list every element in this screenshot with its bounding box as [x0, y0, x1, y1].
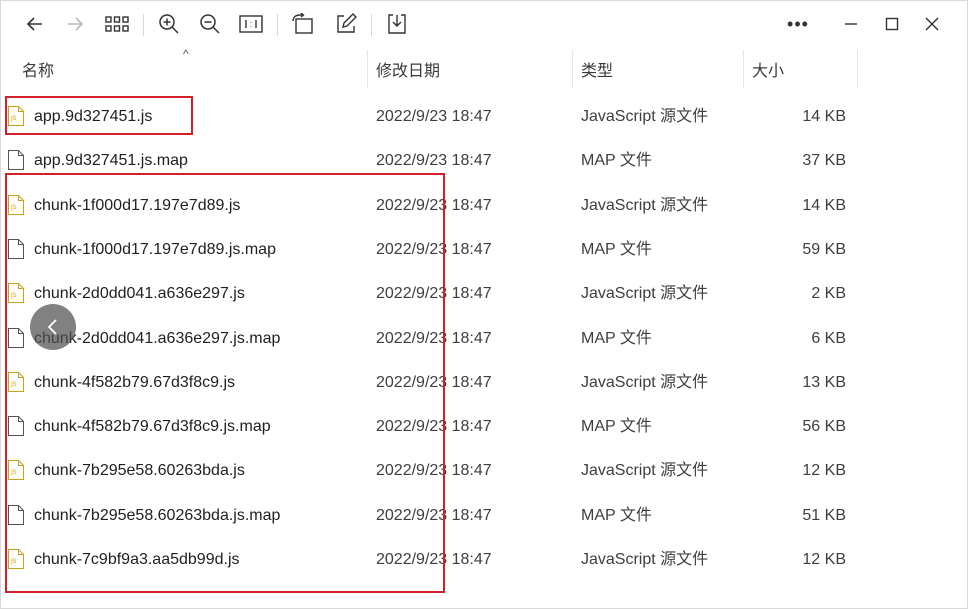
file-type: MAP 文件 — [581, 152, 652, 170]
column-header-size-label: 大小 — [752, 63, 785, 80]
forward-button[interactable] — [62, 11, 88, 37]
edit-button[interactable] — [333, 11, 359, 37]
file-type: JavaScript 源文件 — [581, 196, 709, 214]
chevron-left-icon — [47, 319, 57, 335]
column-header-date[interactable]: 修改日期 — [376, 48, 566, 90]
close-icon — [925, 17, 939, 31]
file-type: MAP 文件 — [581, 240, 652, 258]
rotate-button[interactable] — [290, 11, 316, 37]
column-divider[interactable] — [572, 50, 573, 88]
file-icon — [8, 150, 24, 171]
column-header-row: 名称 修改日期 类型 大小 — [0, 48, 968, 90]
maximize-icon — [885, 17, 899, 31]
toolbar-separator — [277, 14, 278, 36]
column-header-type[interactable]: 类型 — [581, 48, 741, 90]
column-header-date-label: 修改日期 — [376, 63, 441, 80]
file-type: JavaScript 源文件 — [581, 462, 709, 480]
view-grid-button[interactable] — [104, 11, 130, 37]
highlight-box-app-js — [5, 96, 193, 135]
column-header-type-label: 类型 — [581, 63, 614, 80]
grid-icon — [105, 16, 129, 32]
toolbar-separator — [371, 14, 372, 36]
column-header-size[interactable]: 大小 — [752, 48, 852, 90]
edit-icon — [337, 13, 357, 33]
more-options-button[interactable]: ••• — [785, 11, 811, 37]
file-size: 14 KB — [802, 196, 846, 214]
column-divider[interactable] — [367, 50, 368, 88]
file-type: JavaScript 源文件 — [581, 108, 709, 125]
column-divider[interactable] — [743, 50, 744, 88]
zoom-in-button[interactable] — [156, 11, 182, 37]
maximize-button[interactable] — [879, 11, 905, 37]
file-size: 51 KB — [802, 506, 846, 524]
back-button[interactable] — [22, 11, 48, 37]
zoom-out-icon — [200, 14, 220, 34]
file-size: 59 KB — [802, 240, 846, 258]
arrow-right-icon — [68, 17, 84, 31]
rotate-icon — [292, 13, 313, 34]
file-type: MAP 文件 — [581, 418, 652, 436]
column-header-name[interactable]: 名称 — [22, 48, 362, 90]
toolbar: ••• — [0, 0, 968, 48]
arrow-left-icon — [26, 17, 42, 31]
file-size: 37 KB — [802, 152, 846, 170]
file-size: 12 KB — [802, 462, 846, 480]
file-type: MAP 文件 — [581, 329, 652, 347]
close-button[interactable] — [919, 11, 945, 37]
file-size: 12 KB — [802, 551, 846, 568]
toolbar-separator — [143, 14, 144, 36]
download-button[interactable] — [384, 11, 410, 37]
minimize-button[interactable] — [838, 11, 864, 37]
file-size: 6 KB — [811, 329, 846, 347]
minimize-icon — [845, 23, 857, 25]
file-type: JavaScript 源文件 — [581, 373, 709, 391]
actual-size-icon — [239, 15, 263, 33]
file-size: 2 KB — [811, 285, 846, 303]
file-date: 2022/9/23 18:47 — [376, 108, 492, 125]
file-type: JavaScript 源文件 — [581, 551, 709, 568]
file-type: MAP 文件 — [581, 506, 652, 524]
actual-size-button[interactable] — [238, 11, 264, 37]
column-header-name-label: 名称 — [22, 63, 55, 80]
column-divider[interactable] — [857, 50, 858, 88]
file-size: 13 KB — [802, 373, 846, 391]
floating-back-button[interactable] — [30, 304, 76, 350]
zoom-in-icon — [159, 14, 179, 34]
zoom-out-button[interactable] — [197, 11, 223, 37]
highlight-box-chunk-files — [5, 173, 445, 593]
file-size: 14 KB — [802, 108, 846, 125]
file-type: JavaScript 源文件 — [581, 285, 709, 303]
download-icon — [388, 14, 406, 34]
file-size: 56 KB — [802, 418, 846, 436]
